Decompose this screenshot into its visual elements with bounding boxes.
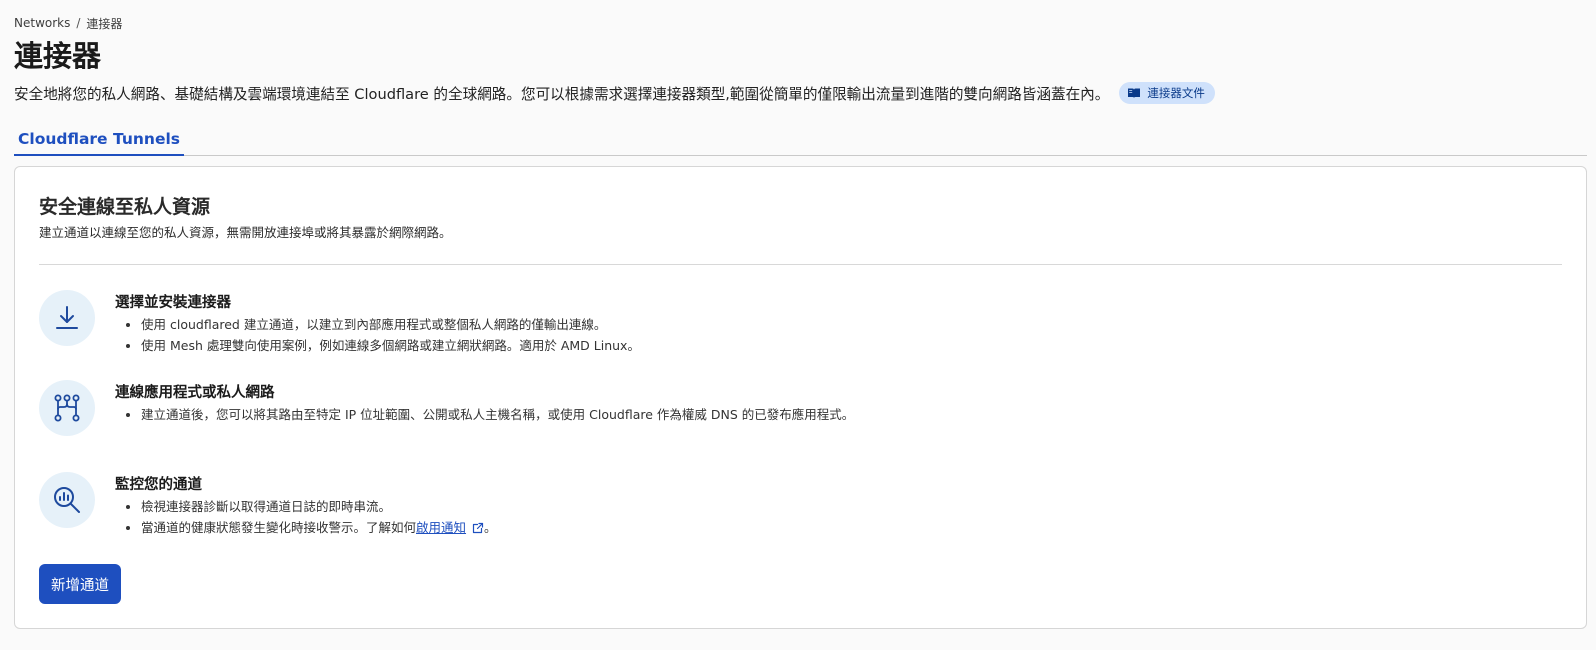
- breadcrumb-networks[interactable]: Networks: [14, 16, 70, 30]
- feature-bullet: 建立通道後，您可以將其路由至特定 IP 位址範圍、公開或私人主機名稱，或使用 C…: [141, 404, 854, 425]
- card-title: 安全連線至私人資源: [39, 196, 211, 218]
- breadcrumb-separator: /: [76, 16, 81, 30]
- feature-title: 選擇並安裝連接器: [115, 295, 231, 311]
- feature-bullet: 使用 cloudflared 建立通道，以建立到內部應用程式或整個私人網路的僅輸…: [141, 314, 640, 335]
- feature-install-connector: 選擇並安裝連接器 使用 cloudflared 建立通道，以建立到內部應用程式或…: [39, 290, 1562, 356]
- feature-title: 連線應用程式或私人網路: [115, 385, 275, 401]
- feature-title: 監控您的通道: [115, 477, 202, 493]
- feature-bullet: 當通道的健康狀態發生變化時接收警示。了解如何啟用通知 。: [141, 517, 497, 540]
- create-tunnel-button[interactable]: 新增通道: [39, 564, 121, 604]
- feature-bullet: 使用 Mesh 處理雙向使用案例，例如連線多個網路或建立網狀網路。適用於 AMD…: [141, 335, 640, 356]
- tab-bar: Cloudflare Tunnels: [14, 124, 1587, 156]
- feature-bullets: 使用 cloudflared 建立通道，以建立到內部應用程式或整個私人網路的僅輸…: [115, 314, 640, 356]
- page-description: 安全地將您的私人網路、基礎結構及雲端環境連結至 Cloudflare 的全球網路…: [14, 85, 1110, 103]
- feature-bullet-text: 當通道的健康狀態發生變化時接收警示。了解如何: [141, 520, 417, 535]
- download-icon: [39, 290, 95, 346]
- tunnels-card: 安全連線至私人資源 建立通道以連線至您的私人資源，無需開放連接埠或將其暴露於網際…: [14, 166, 1587, 629]
- page-description-row: 安全地將您的私人網路、基礎結構及雲端環境連結至 Cloudflare 的全球網路…: [14, 82, 1587, 104]
- git-branch-icon: [39, 380, 95, 436]
- feature-bullet: 檢視連接器診斷以取得通道日誌的即時串流。: [141, 496, 497, 517]
- page-title: 連接器: [14, 39, 102, 73]
- connector-docs-link[interactable]: 連接器文件: [1119, 82, 1215, 104]
- card-subtitle: 建立通道以連線至您的私人資源，無需開放連接埠或將其暴露於網際網路。: [39, 225, 452, 240]
- breadcrumb-current: 連接器: [86, 16, 123, 31]
- feature-connect-apps: 連線應用程式或私人網路 建立通道後，您可以將其路由至特定 IP 位址範圍、公開或…: [39, 380, 1562, 436]
- feature-bullets: 建立通道後，您可以將其路由至特定 IP 位址範圍、公開或私人主機名稱，或使用 C…: [115, 404, 854, 425]
- page: Networks / 連接器 連接器 安全地將您的私人網路、基礎結構及雲端環境連…: [14, 14, 1587, 156]
- feature-bullet-suffix: 。: [484, 520, 497, 535]
- external-link-icon[interactable]: [472, 519, 484, 540]
- search-chart-icon: [39, 472, 95, 528]
- feature-bullets: 檢視連接器診斷以取得通道日誌的即時串流。 當通道的健康狀態發生變化時接收警示。了…: [115, 496, 497, 540]
- connector-docs-label: 連接器文件: [1147, 86, 1205, 100]
- feature-monitor-tunnels: 監控您的通道 檢視連接器診斷以取得通道日誌的即時串流。 當通道的健康狀態發生變化…: [39, 472, 1562, 540]
- card-divider: [39, 264, 1562, 265]
- enable-notifications-link[interactable]: 啟用通知: [416, 520, 466, 535]
- book-icon: [1127, 87, 1141, 99]
- tab-cloudflare-tunnels[interactable]: Cloudflare Tunnels: [14, 130, 184, 156]
- breadcrumb: Networks / 連接器: [14, 14, 1587, 32]
